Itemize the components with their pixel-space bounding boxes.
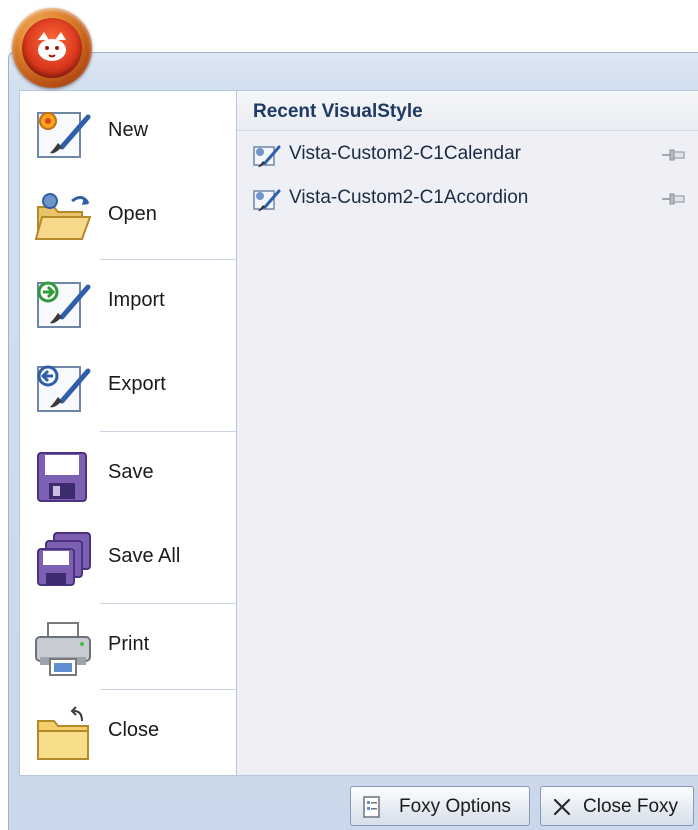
menu-item-label: Import [108, 289, 165, 311]
menu-separator [100, 431, 236, 432]
menu-commands-panel: New Open Import Export Save Save All Pri… [19, 90, 237, 776]
recent-item-label: Vista-Custom2-C1Accordion [289, 187, 529, 208]
menu-item-import[interactable]: Import [20, 261, 236, 345]
menu-item-print[interactable]: Print [20, 605, 236, 689]
close-foxy-label: Close Foxy [583, 796, 679, 817]
options-icon [363, 796, 380, 818]
visualstyle-brush-icon [253, 189, 281, 212]
menu-separator [100, 259, 236, 260]
menu-item-new[interactable]: New [20, 91, 236, 175]
menu-item-label: Close [108, 719, 160, 741]
fox-logo-icon [22, 18, 82, 78]
recent-item[interactable]: Vista-Custom2-C1Calendar [237, 135, 698, 175]
recent-header: Recent VisualStyle [237, 91, 698, 131]
menu-item-save[interactable]: Save [20, 433, 236, 517]
menu-item-label: Print [108, 633, 150, 655]
import-arrow-icon [37, 281, 91, 328]
open-folder-icon [34, 193, 92, 240]
menu-separator [100, 689, 236, 690]
new-document-brush-icon [37, 112, 91, 158]
menu-item-close[interactable]: Close [20, 691, 236, 775]
recent-item-label: Vista-Custom2-C1Calendar [289, 143, 521, 164]
menu-item-label: Open [108, 203, 157, 225]
multiple-floppy-disks-icon [37, 532, 91, 586]
floppy-disk-icon [37, 452, 87, 502]
menu-item-label: Save All [108, 545, 181, 567]
foxy-options-button[interactable]: Foxy Options [350, 786, 530, 826]
menu-item-export[interactable]: Export [20, 345, 236, 429]
recent-item[interactable]: Vista-Custom2-C1Accordion [237, 179, 698, 219]
export-arrow-icon [37, 365, 91, 412]
menu-item-label: Save [108, 461, 154, 483]
menu-separator [100, 603, 236, 604]
pin-icon[interactable] [660, 191, 686, 207]
pin-icon[interactable] [660, 147, 686, 163]
printer-icon [35, 622, 91, 676]
folder-close-icon [37, 706, 89, 760]
visualstyle-brush-icon [253, 145, 281, 168]
menu-item-label: New [108, 119, 149, 141]
menu-item-save-all[interactable]: Save All [20, 517, 236, 601]
menu-item-open[interactable]: Open [20, 175, 236, 259]
application-orb-button[interactable] [12, 8, 92, 88]
close-foxy-button[interactable]: Close Foxy [540, 786, 694, 826]
recent-title: Recent VisualStyle [253, 101, 423, 122]
close-icon [553, 798, 571, 816]
recent-visualstyle-panel: Recent VisualStyle Vista-Custom2-C1Calen… [237, 90, 698, 776]
menu-item-label: Export [108, 373, 166, 395]
foxy-options-label: Foxy Options [399, 796, 511, 817]
